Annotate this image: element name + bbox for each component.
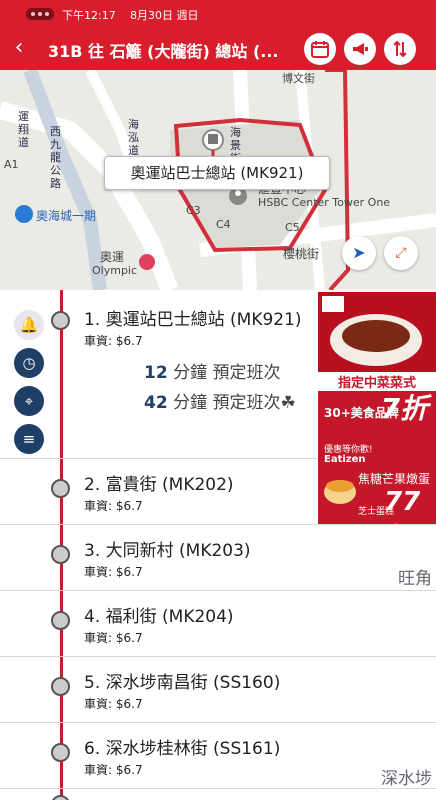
eta-unit: 分鐘 xyxy=(173,393,208,413)
eta-row-1: 12 分鐘 預定班次 xyxy=(144,358,280,383)
stop-name: 3. 大同新村 (MK203) xyxy=(84,541,251,561)
eta-unit: 分鐘 xyxy=(173,363,208,383)
stop-fare: 車資: $6.7 xyxy=(84,499,143,513)
stop-dot xyxy=(51,311,70,330)
stop-name: 1. 奧運站巴士總站 (MK921) xyxy=(84,310,302,330)
stop-fare: 車資: $6.7 xyxy=(84,697,143,711)
status-time: 下午12:17 xyxy=(62,9,116,22)
stop-actions: 🔔 ◷ ⌖ ≡ xyxy=(14,310,44,462)
stop-dot xyxy=(51,479,70,498)
stop-item-5[interactable]: 5. 深水埗南昌街 (SS160) 車資: $6.7 xyxy=(0,656,436,723)
map-label-road2: 西九龍公路 xyxy=(50,125,61,190)
megaphone-icon[interactable] xyxy=(344,33,376,65)
eta-label: 預定班次 xyxy=(212,363,281,383)
bell-icon[interactable]: 🔔 xyxy=(14,310,44,340)
stop-dot xyxy=(51,545,70,564)
stop-item-6[interactable]: 6. 深水埗桂林街 (SS161) 車資: $6.7 深水埗 xyxy=(0,722,436,789)
stop-list[interactable]: 🔔 ◷ ⌖ ≡ 1. 奧運站巴士總站 (MK921) 車資: $6.7 12 分… xyxy=(0,290,436,800)
stop-name: 5. 深水埗南昌街 (SS160) xyxy=(84,673,281,693)
fullscreen-icon[interactable]: ⤢ xyxy=(384,236,418,270)
ad-cake-image xyxy=(324,480,356,504)
stop-name: 4. 福利街 (MK204) xyxy=(84,607,234,627)
map-label-hsbc-en: HSBC Center Tower One xyxy=(258,196,391,209)
status-bar: 下午12:17 8月30日 週日 xyxy=(0,0,436,28)
app-bar: ‹ 31B 往 石籬 (大隴街) 總站 (... xyxy=(0,28,436,70)
stop-fare: 車資: $6.7 xyxy=(84,763,143,777)
stop-callout[interactable]: 奧運站巴士總站 (MK921) xyxy=(104,156,330,190)
map-label-olympic-cn: 奧運 xyxy=(100,250,125,264)
map-label-a1: A1 xyxy=(4,158,19,171)
stop-item-4[interactable]: 4. 福利街 (MK204) 車資: $6.7 xyxy=(0,590,436,657)
eta-label: 預定班次☘ xyxy=(212,393,296,413)
stop-fare: 車資: $6.7 xyxy=(84,631,143,645)
ad-brand: Eatizen xyxy=(324,454,366,465)
stop-fare: 車資: $6.7 xyxy=(84,565,143,579)
ad-line-3: 30+美食品牌 xyxy=(324,406,399,420)
route-title: 31B 往 石籬 (大隴街) 總站 (... xyxy=(48,42,279,61)
stop-dot xyxy=(51,677,70,696)
map-label-ying: 櫻桃街 xyxy=(283,247,320,261)
map-label-c4: C4 xyxy=(216,218,231,231)
back-button[interactable]: ‹ xyxy=(6,34,32,62)
map-view[interactable]: 博文街 海景街 滙豐中心 HSBC Center Tower One 櫻桃街 奧… xyxy=(0,70,436,290)
ad-food-image xyxy=(318,292,436,382)
stop-name: 6. 深水埗桂林街 (SS161) xyxy=(84,739,281,759)
stop-dot xyxy=(51,611,70,630)
map-label-ocean: 奧海城一期 xyxy=(36,209,97,223)
ad-line-6: 77折 xyxy=(384,487,421,524)
navigation-icon[interactable]: ➤ xyxy=(342,236,376,270)
menu-icon[interactable]: ≡ xyxy=(14,424,44,454)
stop-fare: 車資: $6.7 xyxy=(84,334,143,348)
swap-icon[interactable] xyxy=(384,33,416,65)
map-label-olympic-en: Olympic xyxy=(92,264,138,277)
stop-item-3[interactable]: 3. 大同新村 (MK203) 車資: $6.7 旺角 xyxy=(0,524,436,591)
map-label-road3: 海泓道 xyxy=(128,118,139,157)
status-date: 8月30日 週日 xyxy=(130,9,199,22)
recording-indicator xyxy=(26,8,54,20)
stop-dot xyxy=(51,743,70,762)
map-label-c3: C3 xyxy=(186,204,201,217)
stop-name: 2. 富貴街 (MK202) xyxy=(84,475,234,495)
calendar-icon[interactable] xyxy=(304,33,336,65)
eta-minutes: 12 xyxy=(144,363,168,383)
map-label-road1: 運翔道 xyxy=(18,110,29,149)
map-label-bokman: 博文街 xyxy=(282,72,315,85)
pin-icon[interactable]: ⌖ xyxy=(14,386,44,416)
map-label-c5: C5 xyxy=(285,221,300,234)
eta-minutes: 42 xyxy=(144,393,168,413)
ad-line-5: 焦糖芒果燉蛋 xyxy=(358,472,431,486)
ad-banner[interactable]: 指定中菜菜式 7折 30+美食品牌 優惠等你歡! Eatizen 焦糖芒果燉蛋 … xyxy=(318,292,436,524)
district-label: 旺角 xyxy=(398,569,432,589)
stop-dot xyxy=(51,795,70,800)
clock-icon[interactable]: ◷ xyxy=(14,348,44,378)
eta-row-2: 42 分鐘 預定班次☘ xyxy=(144,388,296,413)
district-label: 深水埗 xyxy=(381,769,432,789)
